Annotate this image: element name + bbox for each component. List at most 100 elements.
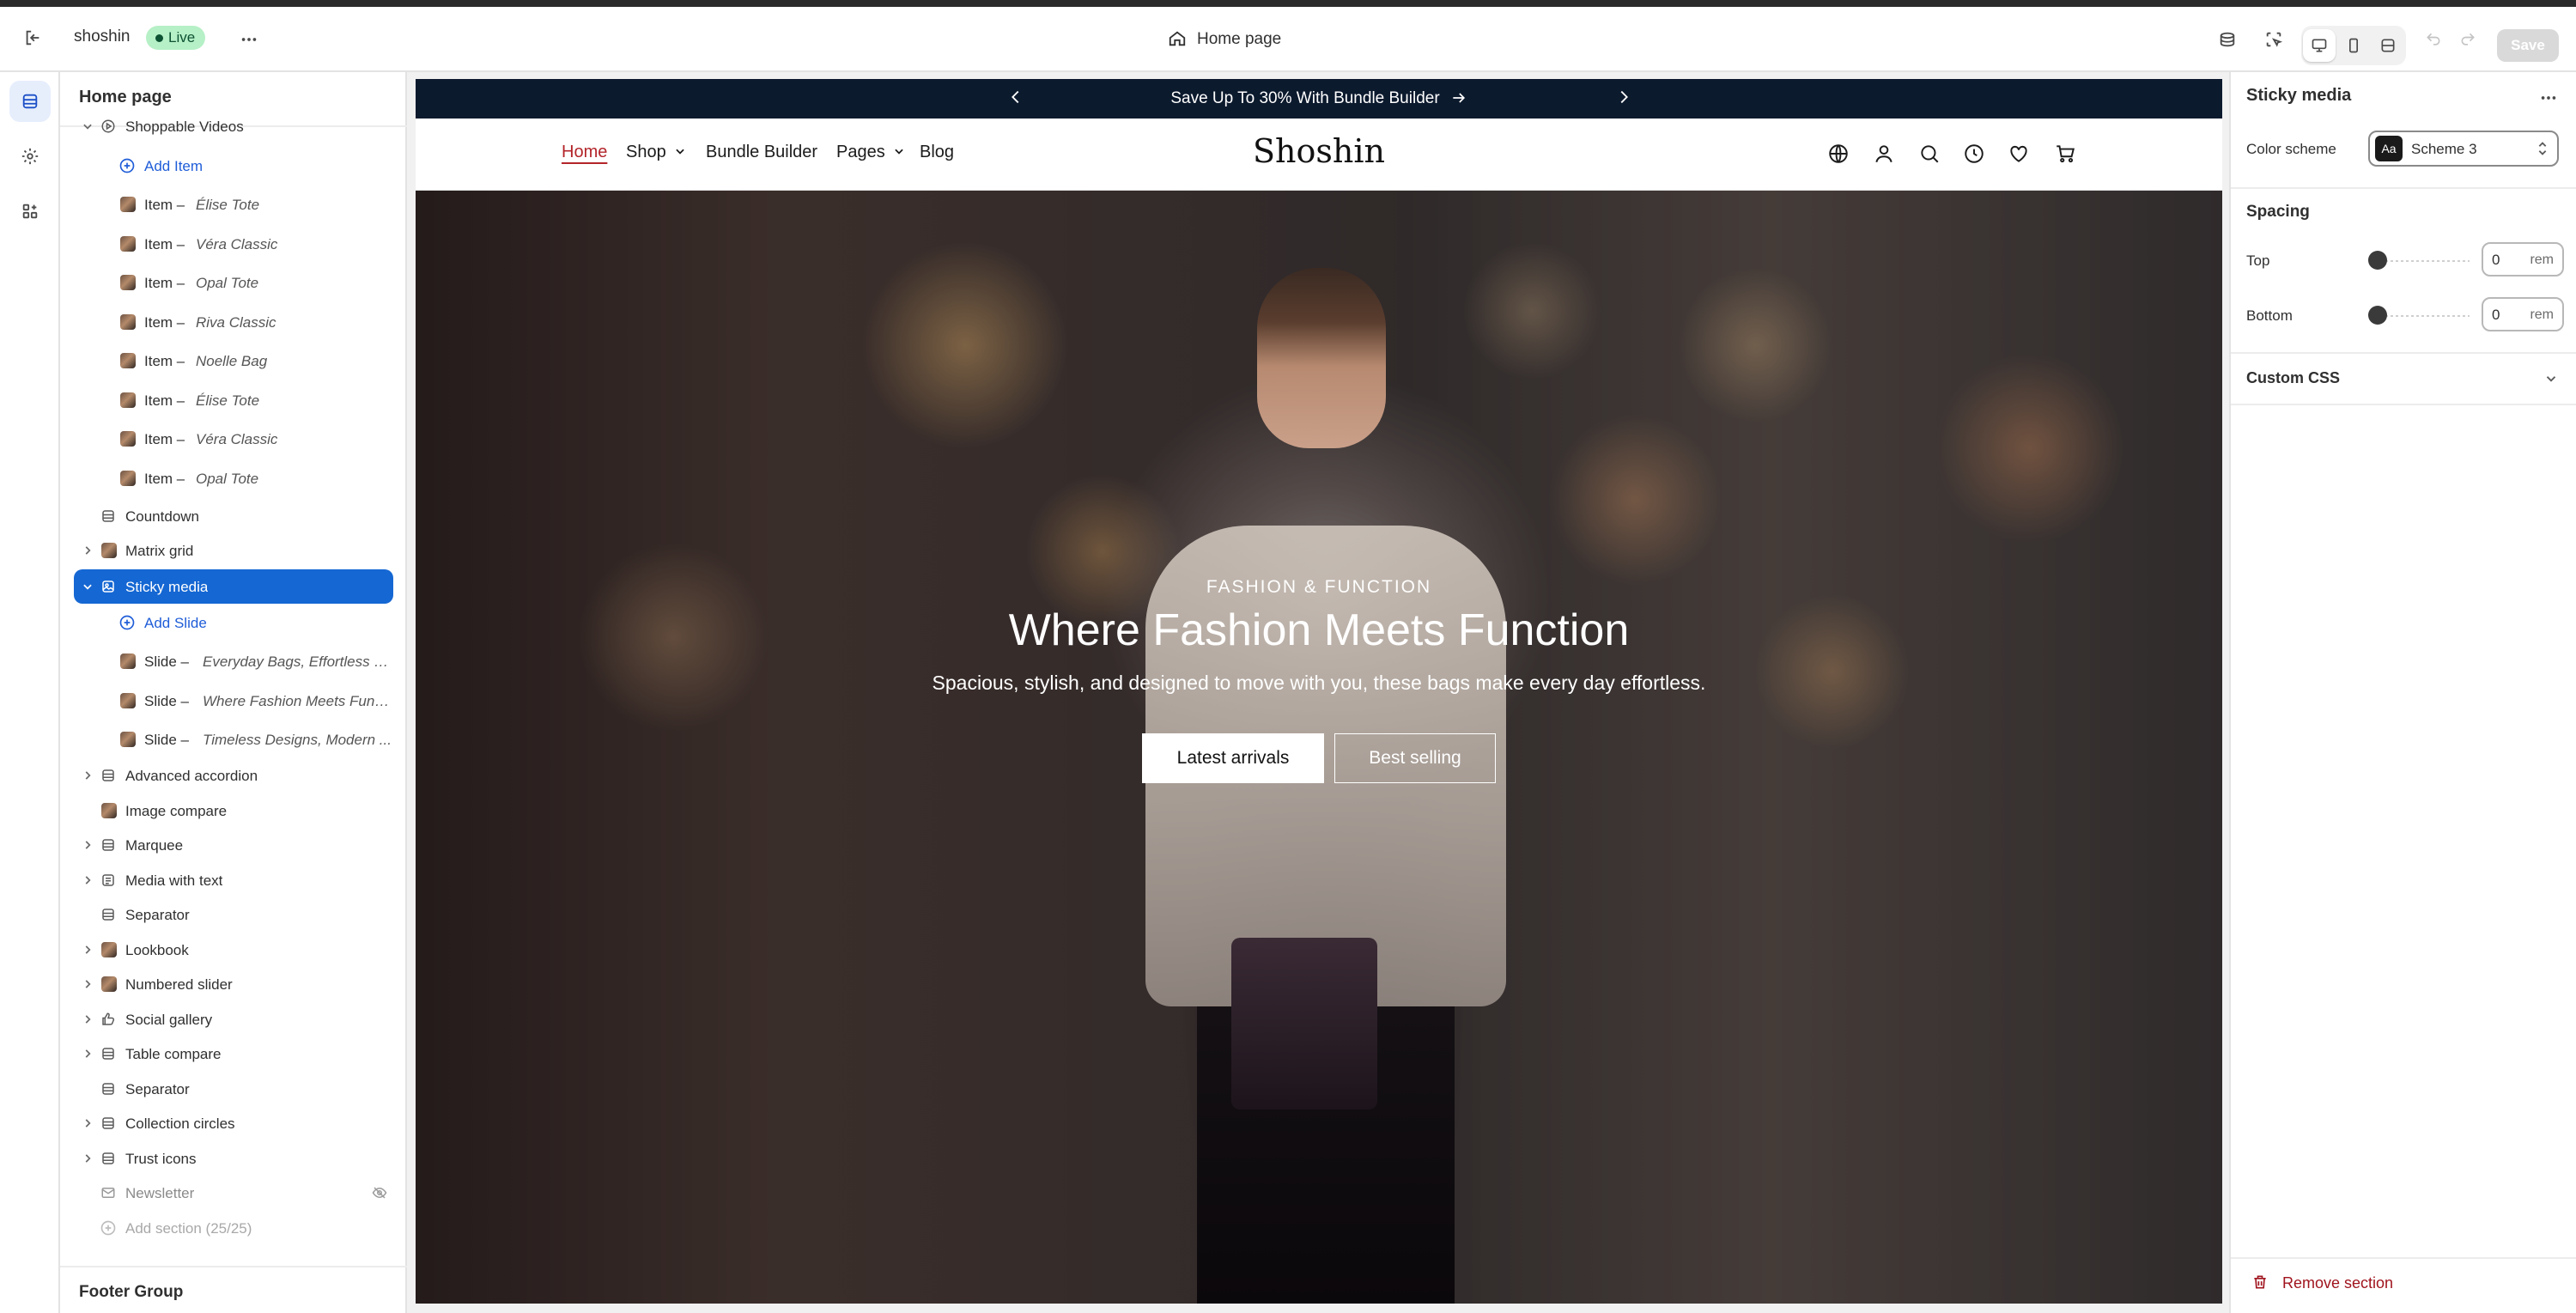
undo-icon[interactable]	[2418, 24, 2449, 55]
store-logo[interactable]: Shoshin	[416, 132, 2222, 170]
announcement-prev-icon[interactable]	[1006, 88, 1025, 112]
section-trust-icons[interactable]: Trust icons	[74, 1141, 393, 1176]
globe-icon[interactable]	[1827, 143, 1851, 167]
top-spacing-slider[interactable]	[2375, 260, 2470, 262]
add-block-add-item[interactable]: Add Item	[74, 149, 393, 183]
block-item[interactable]: Item – Véra Classic	[74, 422, 393, 456]
footer-group[interactable]: Footer Group	[79, 1283, 183, 1302]
block-item[interactable]: Item – Élise Tote	[74, 383, 393, 417]
chevron-right-icon[interactable]	[81, 977, 94, 991]
cart-icon[interactable]	[2054, 143, 2078, 167]
bottom-spacing-slider[interactable]	[2375, 315, 2470, 317]
block-prefix: Item –	[144, 431, 185, 447]
hero-sticky-media[interactable]: FASHION & FUNCTION Where Fashion Meets F…	[416, 191, 2222, 1304]
exit-icon[interactable]	[17, 22, 48, 53]
top-spacing-input[interactable]: 0 rem	[2482, 242, 2564, 277]
more-icon[interactable]	[234, 24, 264, 55]
color-scheme-select[interactable]: Aa Scheme 3	[2368, 131, 2559, 167]
block-item[interactable]: Item – Opal Tote	[74, 461, 393, 495]
theme-editor: shoshin Live Home page Save Home page Sh…	[0, 0, 2576, 1313]
recently-viewed-icon[interactable]	[1963, 143, 1987, 167]
chevron-right-icon[interactable]	[81, 1012, 94, 1026]
color-scheme-label: Color scheme	[2246, 141, 2336, 157]
block-item[interactable]: Slide – Timeless Designs, Modern ...	[74, 722, 393, 757]
bottom-spacing-input[interactable]: 0 rem	[2482, 297, 2564, 331]
apps-icon[interactable]	[9, 191, 51, 232]
more-icon[interactable]	[2533, 82, 2564, 113]
section-image-compare[interactable]: Image compare	[74, 793, 393, 828]
section-sticky-media[interactable]: Sticky media	[74, 568, 393, 604]
block-prefix: Slide –	[144, 732, 189, 748]
chevron-right-icon[interactable]	[81, 943, 94, 957]
remove-section-button[interactable]: Remove section	[2251, 1267, 2393, 1298]
block-item[interactable]: Slide – Where Fashion Meets Funct...	[74, 684, 393, 718]
section-thumbnail	[101, 976, 117, 992]
layout-icon	[100, 906, 117, 923]
chevron-right-icon[interactable]	[81, 544, 94, 557]
section-separator[interactable]: Separator	[74, 897, 393, 932]
block-item[interactable]: Item – Élise Tote	[74, 187, 393, 222]
block-item[interactable]: Item – Riva Classic	[74, 305, 393, 339]
chevron-down-icon[interactable]	[81, 119, 94, 133]
layout-icon	[100, 1115, 117, 1132]
search-icon[interactable]	[1918, 143, 1942, 167]
section-newsletter[interactable]: Newsletter	[74, 1176, 393, 1210]
section-collection-circles[interactable]: Collection circles	[74, 1106, 393, 1140]
bottom-spacing-handle[interactable]	[2368, 306, 2387, 325]
top-spacing-handle[interactable]	[2368, 251, 2387, 270]
section-matrix-grid[interactable]: Matrix grid	[74, 533, 393, 568]
redo-icon[interactable]	[2452, 24, 2483, 55]
block-item[interactable]: Slide – Everyday Bags, Effortless S...	[74, 644, 393, 678]
account-icon[interactable]	[1873, 143, 1897, 167]
best-selling-button[interactable]: Best selling	[1334, 733, 1496, 783]
settings-gear-icon[interactable]	[9, 136, 51, 177]
select-chevron-icon	[2535, 139, 2550, 162]
chevron-right-icon[interactable]	[81, 769, 94, 782]
section-social-gallery[interactable]: Social gallery	[74, 1002, 393, 1036]
section-shoppable-videos[interactable]: Shoppable Videos	[74, 109, 393, 143]
block-item[interactable]: Item – Opal Tote	[74, 265, 393, 300]
fullscreen-view-icon[interactable]	[2372, 29, 2404, 62]
color-scheme-value: Scheme 3	[2411, 141, 2477, 157]
section-countdown[interactable]: Countdown	[74, 499, 393, 533]
block-label: Élise Tote	[196, 197, 260, 213]
sections-icon[interactable]	[9, 81, 51, 122]
section-table-compare[interactable]: Table compare	[74, 1036, 393, 1071]
inspector-icon[interactable]	[2258, 24, 2289, 55]
block-item[interactable]: Item – Véra Classic	[74, 227, 393, 261]
section-marquee[interactable]: Marquee	[74, 828, 393, 862]
section-label: Table compare	[125, 1046, 222, 1062]
chevron-right-icon[interactable]	[81, 1116, 94, 1130]
desktop-view-icon[interactable]	[2303, 29, 2336, 62]
section-media-with-text[interactable]: Media with text	[74, 863, 393, 897]
section-separator[interactable]: Separator	[74, 1072, 393, 1106]
section-lookbook[interactable]: Lookbook	[74, 933, 393, 967]
block-item[interactable]: Item – Noelle Bag	[74, 343, 393, 378]
page-selector[interactable]: Home page	[1168, 24, 1281, 55]
block-prefix: Item –	[144, 313, 185, 331]
add-block-add-slide[interactable]: Add Slide	[74, 605, 393, 640]
chevron-right-icon[interactable]	[81, 838, 94, 852]
latest-arrivals-button[interactable]: Latest arrivals	[1142, 733, 1324, 783]
chevron-down-icon[interactable]	[81, 580, 94, 593]
divider	[2231, 352, 2576, 354]
wishlist-heart-icon[interactable]	[2008, 143, 2032, 167]
save-button[interactable]: Save	[2497, 29, 2559, 62]
section-advanced-accordion[interactable]: Advanced accordion	[74, 758, 393, 793]
block-thumbnail	[120, 235, 136, 252]
section-numbered-slider[interactable]: Numbered slider	[74, 967, 393, 1001]
add-section-button[interactable]: Add section (25/25)	[74, 1211, 393, 1245]
announcement-next-icon[interactable]	[1614, 88, 1633, 112]
store-icon[interactable]	[2212, 24, 2243, 55]
chevron-right-icon[interactable]	[81, 873, 94, 887]
hero-subtext: Spacious, stylish, and designed to move …	[932, 672, 1706, 694]
hidden-eye-icon[interactable]	[371, 1184, 388, 1201]
chevron-right-icon[interactable]	[81, 1152, 94, 1165]
announcement-text[interactable]: Save Up To 30% With Bundle Builder	[1170, 89, 1439, 108]
chevron-right-icon[interactable]	[81, 1047, 94, 1061]
section-label: Matrix grid	[125, 542, 194, 559]
custom-css-toggle[interactable]: Custom CSS	[2231, 356, 2576, 404]
store-name[interactable]: shoshin	[74, 27, 131, 46]
section-settings-panel: Sticky media Color scheme Aa Scheme 3 Sp…	[2229, 72, 2576, 1313]
mobile-view-icon[interactable]	[2337, 29, 2370, 62]
